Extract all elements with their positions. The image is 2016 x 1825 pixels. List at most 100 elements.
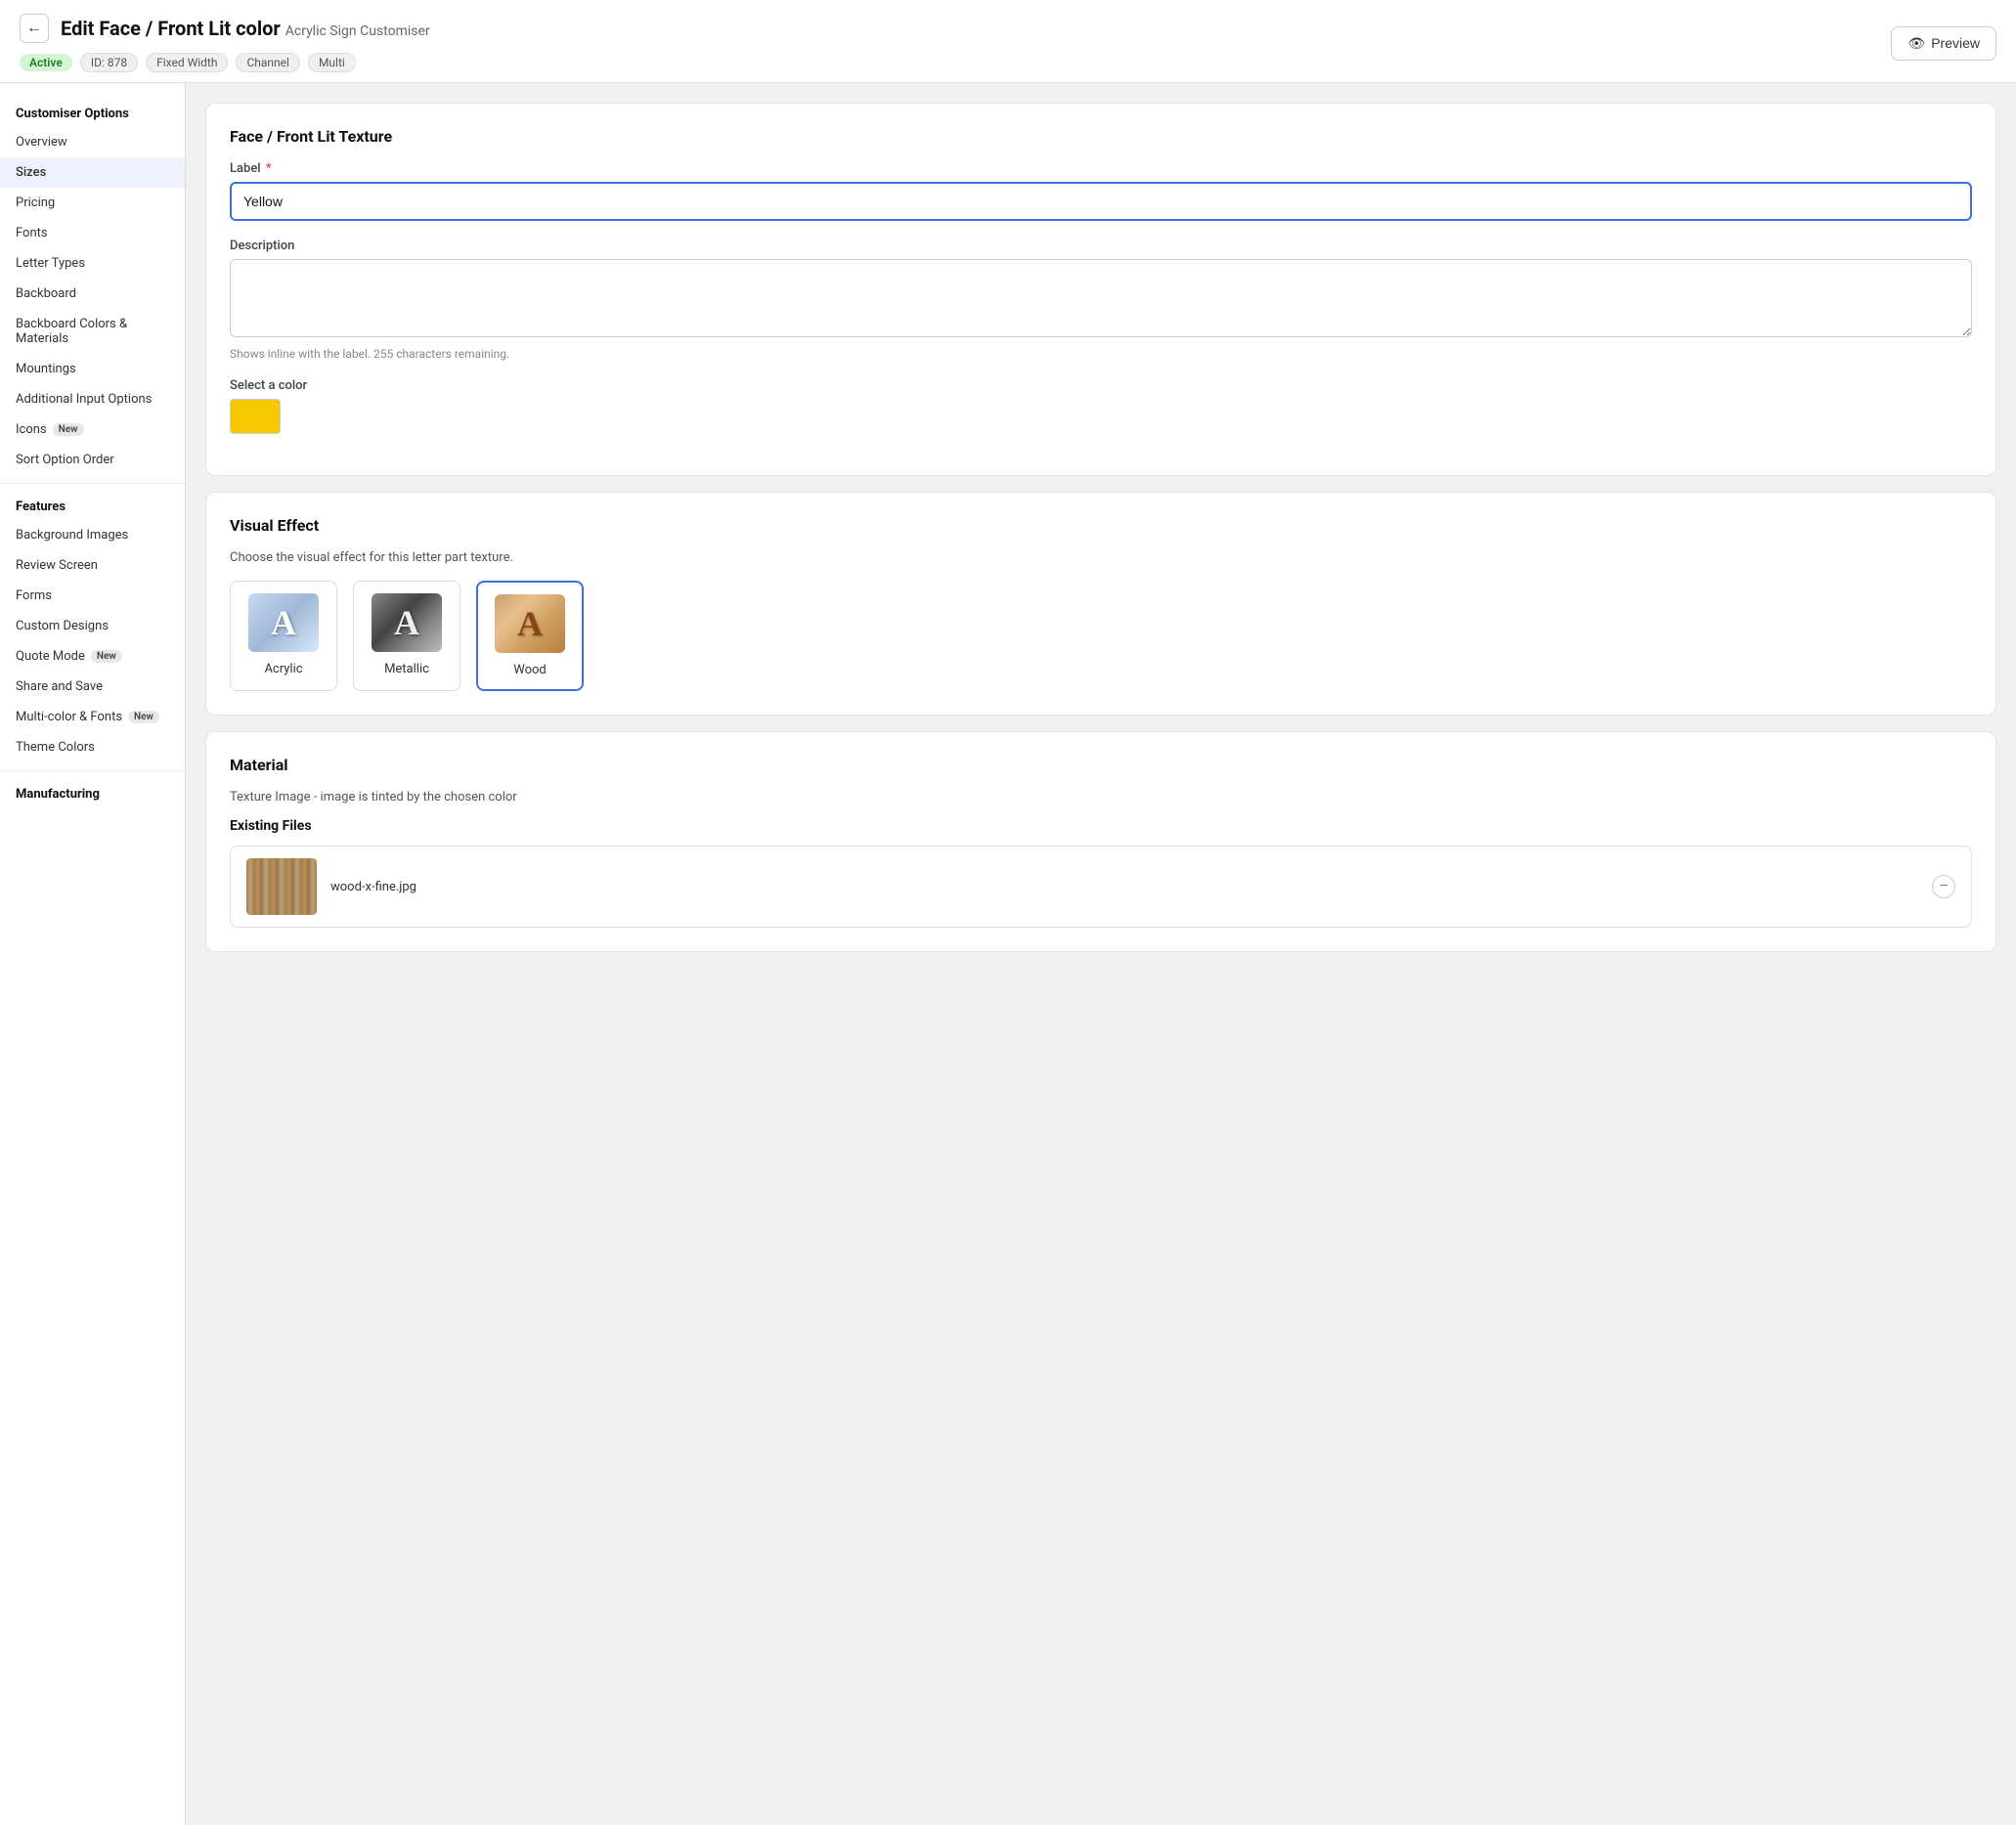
description-textarea[interactable] — [230, 259, 1972, 337]
sidebar-item-label: Forms — [16, 588, 52, 603]
material-desc: Texture Image - image is tinted by the c… — [230, 790, 1972, 804]
wood-bg: A — [495, 594, 565, 653]
sidebar-item-backboard-colors[interactable]: Backboard Colors & Materials — [0, 309, 185, 354]
fixed-width-badge: Fixed Width — [146, 53, 228, 72]
back-icon: ← — [26, 20, 42, 37]
multicolor-new-badge: New — [128, 711, 159, 723]
wood-label: Wood — [513, 663, 547, 677]
sidebar-item-background-images[interactable]: Background Images — [0, 520, 185, 550]
header: ← Edit Face / Front Lit color Acrylic Si… — [0, 0, 2016, 83]
remove-file-button[interactable]: − — [1932, 875, 1955, 898]
label-field-label: Label * — [230, 161, 1972, 176]
sidebar-item-letter-types[interactable]: Letter Types — [0, 248, 185, 279]
back-button[interactable]: ← — [20, 14, 49, 43]
page-title-text: Edit Face / Front Lit color — [61, 17, 281, 40]
sidebar-features-title: Features — [0, 492, 185, 520]
visual-effect-card: Visual Effect Choose the visual effect f… — [205, 492, 1996, 716]
label-form-group: Label * — [230, 161, 1972, 221]
material-title: Material — [230, 756, 1972, 774]
sidebar-divider-2 — [0, 770, 185, 771]
page-title: Edit Face / Front Lit color Acrylic Sign… — [61, 17, 430, 40]
sidebar-divider-1 — [0, 483, 185, 484]
file-name: wood-x-fine.jpg — [330, 880, 1918, 894]
sidebar-item-label: Fonts — [16, 226, 48, 240]
sidebar-item-label: Pricing — [16, 196, 55, 210]
page-subtitle: Acrylic Sign Customiser — [285, 23, 430, 39]
sidebar-item-share-save[interactable]: Share and Save — [0, 672, 185, 702]
sidebar-item-label: Additional Input Options — [16, 392, 152, 407]
sidebar-item-label: Review Screen — [16, 558, 98, 573]
channel-badge: Channel — [236, 53, 299, 72]
sidebar-item-label: Backboard — [16, 286, 76, 301]
sidebar-item-label: Background Images — [16, 528, 128, 543]
description-hint: Shows inline with the label. 255 charact… — [230, 347, 1972, 361]
preview-button[interactable]: 👁 Preview — [1891, 26, 1996, 61]
id-badge: ID: 878 — [80, 53, 138, 72]
effect-acrylic[interactable]: A Acrylic — [230, 581, 337, 691]
acrylic-icon: A — [248, 593, 319, 652]
active-badge: Active — [20, 54, 72, 71]
color-form-group: Select a color — [230, 378, 1972, 434]
effect-metallic[interactable]: A Metallic — [353, 581, 460, 691]
sidebar-item-sort-order[interactable]: Sort Option Order — [0, 445, 185, 475]
sidebar-item-label: Backboard Colors & Materials — [16, 317, 169, 346]
sidebar-manufacturing-title: Manufacturing — [0, 779, 185, 807]
sidebar-item-sizes[interactable]: Sizes — [0, 157, 185, 188]
sidebar-item-custom-designs[interactable]: Custom Designs — [0, 611, 185, 641]
sidebar-item-theme-colors[interactable]: Theme Colors — [0, 732, 185, 762]
sidebar-item-overview[interactable]: Overview — [0, 127, 185, 157]
sidebar-item-label: Icons — [16, 422, 47, 437]
color-field-label: Select a color — [230, 378, 1972, 393]
metallic-bg: A — [372, 593, 442, 652]
sidebar-item-label: Quote Mode — [16, 649, 85, 664]
sidebar-item-mountings[interactable]: Mountings — [0, 354, 185, 384]
wood-icon: A — [495, 594, 565, 653]
description-form-group: Description Shows inline with the label.… — [230, 239, 1972, 361]
multi-badge: Multi — [308, 53, 356, 72]
main-layout: Customiser Options Overview Sizes Pricin… — [0, 83, 2016, 1825]
sidebar-item-pricing[interactable]: Pricing — [0, 188, 185, 218]
preview-label: Preview — [1931, 35, 1980, 51]
sidebar-item-additional-input[interactable]: Additional Input Options — [0, 384, 185, 414]
file-thumbnail — [246, 858, 317, 915]
sidebar-item-label: Custom Designs — [16, 619, 109, 633]
visual-effect-desc: Choose the visual effect for this letter… — [230, 550, 1972, 565]
existing-files-title: Existing Files — [230, 818, 1972, 834]
label-input[interactable] — [230, 182, 1972, 221]
sidebar-item-label: Sizes — [16, 165, 46, 180]
eye-icon: 👁 — [1907, 35, 1925, 52]
acrylic-bg: A — [248, 593, 319, 652]
effect-options: A Acrylic A Metallic — [230, 581, 1972, 691]
material-card: Material Texture Image - image is tinted… — [205, 731, 1996, 952]
description-field-label: Description — [230, 239, 1972, 253]
sidebar-item-quote-mode[interactable]: Quote Mode New — [0, 641, 185, 672]
sidebar-item-label: Mountings — [16, 362, 76, 376]
quote-mode-new-badge: New — [91, 650, 122, 663]
sidebar-item-multicolor-fonts[interactable]: Multi-color & Fonts New — [0, 702, 185, 732]
acrylic-letter: A — [271, 602, 296, 643]
minus-circle-icon: − — [1939, 878, 1948, 895]
metallic-letter: A — [394, 602, 419, 643]
face-texture-title: Face / Front Lit Texture — [230, 127, 1972, 146]
icons-new-badge: New — [53, 423, 84, 436]
sidebar-item-review-screen[interactable]: Review Screen — [0, 550, 185, 581]
face-texture-card: Face / Front Lit Texture Label * Descrip… — [205, 103, 1996, 476]
wood-thumbnail-image — [246, 858, 317, 915]
sidebar-item-label: Share and Save — [16, 679, 103, 694]
metallic-icon: A — [372, 593, 442, 652]
effect-wood[interactable]: A Wood — [476, 581, 584, 691]
file-item: wood-x-fine.jpg − — [230, 846, 1972, 928]
required-star: * — [266, 161, 272, 176]
acrylic-label: Acrylic — [264, 662, 302, 676]
sidebar-item-forms[interactable]: Forms — [0, 581, 185, 611]
sidebar-item-label: Sort Option Order — [16, 453, 114, 467]
content-area: Face / Front Lit Texture Label * Descrip… — [186, 83, 2016, 1825]
sidebar-item-icons[interactable]: Icons New — [0, 414, 185, 445]
sidebar-item-label: Theme Colors — [16, 740, 95, 755]
color-swatch[interactable] — [230, 399, 281, 434]
sidebar-item-fonts[interactable]: Fonts — [0, 218, 185, 248]
sidebar-customiser-title: Customiser Options — [0, 99, 185, 127]
sidebar-item-backboard[interactable]: Backboard — [0, 279, 185, 309]
sidebar-item-label: Multi-color & Fonts — [16, 710, 122, 724]
wood-letter: A — [517, 603, 543, 644]
